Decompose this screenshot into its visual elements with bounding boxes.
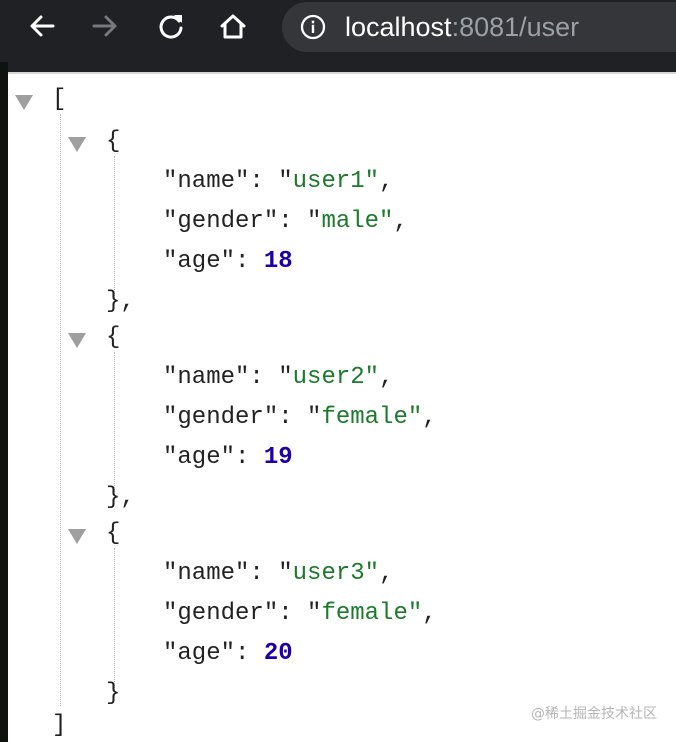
json-key: "name" [163, 560, 250, 587]
object-guide-line [114, 156, 115, 296]
json-key: "name" [163, 168, 250, 195]
json-key: "gender" [163, 600, 279, 627]
browser-toolbar: localhost:8081/user [0, 0, 676, 62]
reload-button[interactable] [153, 8, 189, 44]
collapse-object-toggle[interactable] [68, 333, 86, 348]
open-array-bracket: [ [52, 86, 67, 113]
url-host: localhost [345, 12, 452, 42]
json-string-value: female [321, 404, 408, 431]
back-button[interactable] [24, 8, 60, 44]
json-string-value: user2 [292, 364, 365, 391]
json-number-value: 19 [263, 444, 293, 471]
json-key: "gender" [163, 404, 279, 431]
json-string-value: male [321, 208, 380, 235]
object-close-brace: }, [106, 484, 135, 511]
json-property-name: "name": "user2", [163, 364, 394, 391]
collapse-array-toggle[interactable] [15, 95, 33, 110]
json-string-value: user3 [292, 560, 365, 587]
json-key: "age" [163, 444, 236, 471]
object-open-brace: { [106, 128, 121, 155]
address-bar[interactable]: localhost:8081/user [282, 2, 676, 52]
info-icon[interactable] [300, 14, 326, 40]
json-number-value: 20 [263, 640, 293, 667]
forward-button[interactable] [87, 8, 123, 44]
array-guide-line [60, 114, 61, 706]
home-icon [220, 14, 246, 39]
object-close-brace: } [106, 680, 121, 707]
object-open-brace: { [106, 520, 121, 547]
json-property-age: "age": 18 [163, 248, 293, 275]
watermark: @稀土掘金技术社区 [531, 706, 657, 722]
json-number-value: 18 [263, 248, 293, 275]
json-viewer: [ { "name": "user1", "gender": "male", "… [8, 72, 676, 742]
json-string-value: user1 [292, 168, 365, 195]
address-url[interactable]: localhost:8081/user [345, 12, 579, 42]
object-close-brace: }, [106, 288, 135, 315]
json-property-name: "name": "user1", [163, 168, 394, 195]
collapse-object-toggle[interactable] [68, 529, 86, 544]
json-key: "age" [163, 640, 236, 667]
window-edge [0, 62, 8, 742]
object-guide-line [114, 352, 115, 492]
json-property-gender: "gender": "male", [163, 208, 408, 235]
home-button[interactable] [215, 8, 251, 44]
close-array-bracket: ] [52, 712, 67, 739]
reload-icon [159, 15, 183, 39]
arrow-right-icon [92, 15, 117, 37]
json-key: "name" [163, 364, 250, 391]
object-guide-line [114, 548, 115, 688]
json-key: "age" [163, 248, 236, 275]
json-key: "gender" [163, 208, 279, 235]
json-property-age: "age": 20 [163, 640, 293, 667]
json-string-value: female [321, 600, 408, 627]
json-property-age: "age": 19 [163, 444, 293, 471]
url-path: :8081/user [451, 12, 580, 42]
arrow-left-icon [30, 15, 55, 37]
object-open-brace: { [106, 324, 121, 351]
collapse-object-toggle[interactable] [68, 137, 86, 152]
json-property-gender: "gender": "female", [163, 600, 437, 627]
json-property-gender: "gender": "female", [163, 404, 437, 431]
json-property-name: "name": "user3", [163, 560, 394, 587]
